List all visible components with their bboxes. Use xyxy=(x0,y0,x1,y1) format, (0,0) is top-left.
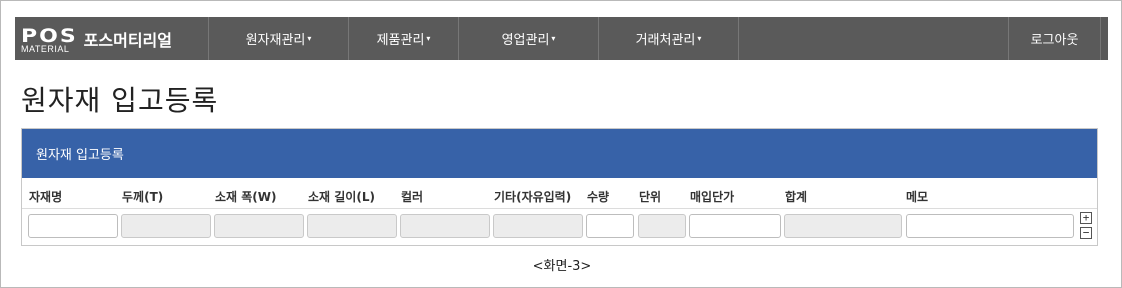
col-length: 소재 길이(L) xyxy=(308,190,375,204)
nav-end xyxy=(1100,17,1108,60)
receiving-panel: 원자재 입고등록 자재명 두께(T) 소재 폭(W) 소재 길이(L) 컬러 기… xyxy=(21,128,1098,246)
caret-down-icon: ▾ xyxy=(551,34,556,43)
nav-label: 원자재관리 xyxy=(245,33,306,48)
col-width: 소재 폭(W) xyxy=(215,190,277,204)
col-material-name: 자재명 xyxy=(29,190,63,204)
material-name-input[interactable] xyxy=(28,214,118,238)
unit-field[interactable] xyxy=(638,214,686,238)
remove-row-icon[interactable]: − xyxy=(1080,227,1092,239)
top-navbar: POS MATERIAL 포스머티리얼 원자재관리 ▾ 제품관리 ▾ 영업관리 ▾ 거… xyxy=(15,17,1108,60)
col-thickness: 두께(T) xyxy=(122,190,164,204)
col-memo: 메모 xyxy=(906,190,929,204)
brand[interactable]: POS MATERIAL 포스머티리얼 xyxy=(15,17,208,60)
nav-spacer xyxy=(738,17,1008,60)
nav-sales-management[interactable]: 영업관리 ▾ xyxy=(458,17,598,60)
add-row-icon[interactable]: + xyxy=(1080,212,1092,224)
length-field[interactable] xyxy=(307,214,397,238)
screenshot-frame: POS MATERIAL 포스머티리얼 원자재관리 ▾ 제품관리 ▾ 영업관리 ▾ 거… xyxy=(0,0,1122,288)
quantity-input[interactable] xyxy=(586,214,634,238)
figure-caption: <화면-3> xyxy=(532,259,592,274)
width-field[interactable] xyxy=(214,214,304,238)
panel-heading: 원자재 입고등록 xyxy=(22,129,1097,178)
col-color: 컬러 xyxy=(401,190,424,204)
nav-label: 거래처관리 xyxy=(635,33,696,48)
col-other: 기타(자유입력) xyxy=(494,190,572,204)
total-field[interactable] xyxy=(784,214,902,238)
brand-name: 포스머티리얼 xyxy=(83,30,172,50)
col-unit-price: 매입단가 xyxy=(690,190,735,204)
caret-down-icon: ▾ xyxy=(426,34,431,43)
col-quantity: 수량 xyxy=(587,190,610,204)
col-total: 합계 xyxy=(785,190,808,204)
nav-label: 영업관리 xyxy=(501,33,550,48)
column-headers: 자재명 두께(T) 소재 폭(W) 소재 길이(L) 컬러 기타(자유입력) 수… xyxy=(22,178,1097,211)
nav-product-management[interactable]: 제품관리 ▾ xyxy=(348,17,458,60)
nav-label: 제품관리 xyxy=(376,33,425,48)
thickness-field[interactable] xyxy=(121,214,211,238)
col-unit: 단위 xyxy=(639,190,662,204)
other-field[interactable] xyxy=(493,214,583,238)
row-divider xyxy=(22,208,1097,209)
nav-client-management[interactable]: 거래처관리 ▾ xyxy=(598,17,738,60)
memo-input[interactable] xyxy=(906,214,1074,238)
nav-raw-material-management[interactable]: 원자재관리 ▾ xyxy=(208,17,348,60)
logout-button[interactable]: 로그아웃 xyxy=(1008,17,1100,60)
caret-down-icon: ▾ xyxy=(697,34,702,43)
brand-logo: POS MATERIAL xyxy=(21,24,78,54)
logout-label: 로그아웃 xyxy=(1030,33,1079,48)
color-field[interactable] xyxy=(400,214,490,238)
brand-logo-pos: POS xyxy=(21,25,78,47)
caret-down-icon: ▾ xyxy=(307,34,312,43)
page-title: 원자재 입고등록 xyxy=(21,84,219,117)
unit-price-input[interactable] xyxy=(689,214,781,238)
